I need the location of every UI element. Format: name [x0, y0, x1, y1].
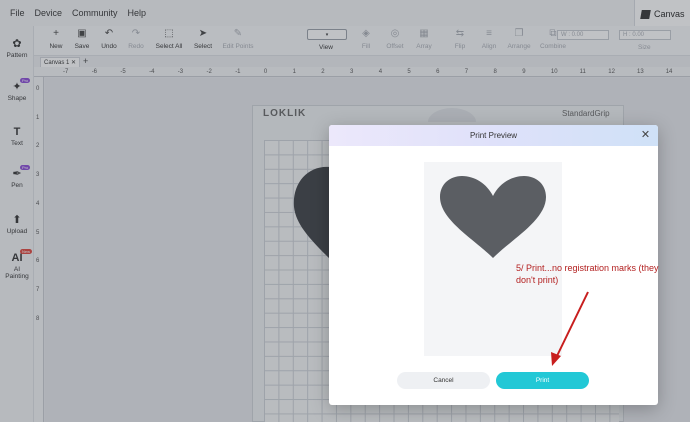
preview-heart-shape	[440, 176, 546, 258]
dialog-title: Print Preview	[469, 131, 518, 140]
annotation-text: 5/ Print...no registration marks (they d…	[516, 263, 659, 285]
print-preview-area	[424, 162, 562, 356]
close-icon: ✕	[640, 129, 651, 141]
close-button[interactable]: ✕	[639, 129, 652, 142]
print-button[interactable]: Print	[496, 372, 589, 389]
cancel-button[interactable]: Cancel	[397, 372, 490, 389]
